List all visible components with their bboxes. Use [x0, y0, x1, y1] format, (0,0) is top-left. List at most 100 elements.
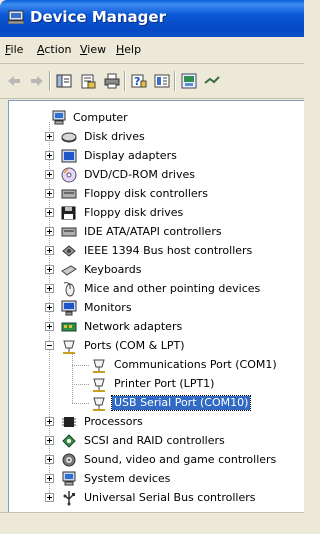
expand-icon[interactable] [45, 265, 54, 274]
tree-item-category[interactable]: Floppy disk drives [9, 204, 304, 223]
toolbar-separator [124, 71, 126, 91]
update-driver-icon[interactable] [204, 73, 220, 89]
device-manager-app-icon [8, 10, 24, 24]
details-view-icon[interactable] [154, 73, 170, 89]
tree-connector [72, 384, 89, 385]
tree-item-category[interactable]: System devices [9, 470, 304, 489]
svg-text:?: ? [134, 75, 140, 88]
expand-icon[interactable] [45, 208, 54, 217]
forward-icon[interactable] [29, 73, 45, 89]
show-hide-console-tree-icon[interactable] [56, 73, 72, 89]
expand-icon[interactable] [45, 303, 54, 312]
tree-item-category[interactable]: Monitors [9, 299, 304, 318]
expand-icon[interactable] [45, 227, 54, 236]
sound-icon [62, 453, 76, 467]
tree-item-category[interactable]: Keyboards [9, 261, 304, 280]
tree-item-label: Printer Port (LPT1) [114, 377, 215, 390]
expand-icon[interactable] [45, 493, 54, 502]
expand-icon[interactable] [45, 246, 54, 255]
tree-item-category[interactable]: DVD/CD-ROM drives [9, 166, 304, 185]
ide-controller-icon [61, 227, 77, 237]
tree-item-computer[interactable]: Computer [9, 109, 304, 128]
tree-connector [72, 365, 89, 366]
tree-item-category[interactable]: Disk drives [9, 128, 304, 147]
tree-item-label: SCSI and RAID controllers [84, 434, 225, 447]
scan-hardware-icon[interactable] [181, 73, 197, 89]
tree-item-category[interactable]: IDE ATA/ATAPI controllers [9, 223, 304, 242]
tree-item-category[interactable]: Floppy disk controllers [9, 185, 304, 204]
device-tree[interactable]: Computer Disk drives Display adapters DVD/C… [8, 100, 304, 513]
back-icon[interactable] [6, 73, 22, 89]
tree-item-label: Keyboards [84, 263, 142, 276]
monitor-icon [61, 300, 77, 316]
expand-icon[interactable] [45, 284, 54, 293]
toolbar-separator [49, 71, 51, 91]
dvd-cd-rom-icon [61, 167, 77, 183]
tree-item-category[interactable]: Mice and other pointing devices [9, 280, 304, 299]
expand-icon[interactable] [45, 322, 54, 331]
tree-item-label: IDE ATA/ATAPI controllers [84, 225, 222, 238]
menu-view[interactable]: View [80, 43, 106, 56]
help-icon[interactable]: ? [131, 73, 147, 89]
expand-icon[interactable] [45, 455, 54, 464]
properties-icon[interactable] [80, 73, 96, 89]
keyboard-icon [61, 265, 77, 276]
tree-item-category[interactable]: Sound, video and game controllers [9, 451, 304, 470]
tree-item-label: Mice and other pointing devices [84, 282, 261, 295]
tree-item-label: Universal Serial Bus controllers [84, 491, 256, 504]
menu-help[interactable]: Help [116, 43, 141, 56]
window-title: Device Manager [30, 8, 166, 26]
tree-item-label: Floppy disk drives [84, 206, 184, 219]
print-icon[interactable] [104, 73, 120, 89]
title-bar[interactable]: Device Manager [0, 0, 304, 37]
disk-drive-icon [61, 132, 77, 143]
tree-item-label: Processors [84, 415, 143, 428]
tree-item-label: USB Serial Port (COM10) [110, 395, 252, 411]
computer-icon [52, 110, 66, 125]
status-bar [0, 512, 304, 534]
tree-item-device[interactable]: Communications Port (COM1) [9, 356, 304, 375]
tree-item-category[interactable]: Display adapters [9, 147, 304, 166]
collapse-icon[interactable] [45, 341, 54, 350]
expand-icon[interactable] [45, 417, 54, 426]
ieee1394-icon [62, 245, 76, 257]
tree-item-category[interactable]: Processors [9, 413, 304, 432]
tree-item-category[interactable]: IEEE 1394 Bus host controllers [9, 242, 304, 261]
tree-item-device[interactable]: Printer Port (LPT1) [9, 375, 304, 394]
tree-item-label: Computer [73, 111, 128, 124]
scsi-controller-icon [62, 434, 76, 448]
tree-item-label: Monitors [84, 301, 132, 314]
tree-item-label: Floppy disk controllers [84, 187, 208, 200]
device-manager-window: Device Manager File Action View Help ? Comp… [0, 0, 304, 534]
port-icon [63, 340, 75, 354]
tree-item-device[interactable]: USB Serial Port (COM10) [9, 394, 304, 413]
menu-bar: File Action View Help [0, 37, 304, 64]
port-icon [93, 378, 105, 392]
usb-icon [63, 491, 75, 506]
toolbar-separator [174, 71, 176, 91]
network-adapter-icon [61, 322, 77, 332]
expand-icon[interactable] [45, 189, 54, 198]
expand-icon[interactable] [45, 474, 54, 483]
toolbar: ? [0, 64, 304, 99]
tree-item-label: Display adapters [84, 149, 177, 162]
floppy-controller-icon [61, 189, 77, 199]
menu-file[interactable]: File [5, 43, 23, 56]
menu-action[interactable]: Action [37, 43, 71, 56]
expand-icon[interactable] [45, 132, 54, 141]
tree-item-category[interactable]: Universal Serial Bus controllers [9, 489, 304, 508]
port-icon [93, 397, 105, 411]
tree-item-category[interactable]: Network adapters [9, 318, 304, 337]
tree-item-label: IEEE 1394 Bus host controllers [84, 244, 253, 257]
expand-icon[interactable] [45, 151, 54, 160]
tree-connector [72, 354, 73, 403]
mouse-icon [63, 282, 75, 297]
display-adapter-icon [61, 149, 77, 163]
tree-item-label: Communications Port (COM1) [114, 358, 277, 371]
expand-icon[interactable] [45, 436, 54, 445]
tree-item-label: Network adapters [84, 320, 183, 333]
expand-icon[interactable] [45, 170, 54, 179]
system-device-icon [62, 471, 76, 486]
tree-item-category[interactable]: SCSI and RAID controllers [9, 432, 304, 451]
tree-item-category[interactable]: Ports (COM & LPT) [9, 337, 304, 356]
